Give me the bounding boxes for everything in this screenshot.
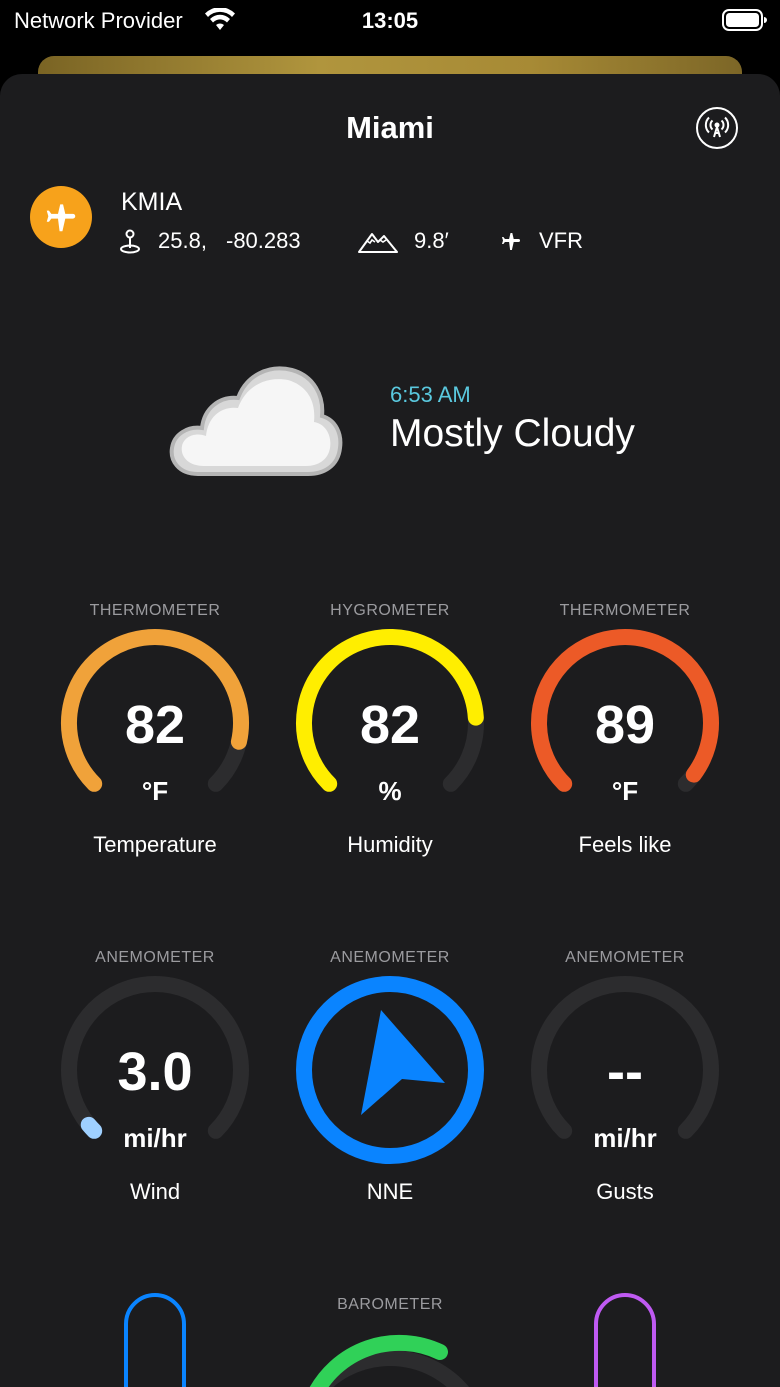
gauge-label: THERMOMETER [89, 602, 221, 619]
wind-direction-label: NNE [366, 1179, 414, 1204]
flight-rules-text: VFR [539, 228, 583, 253]
airport-icon [30, 186, 92, 248]
compass-dial [296, 976, 484, 1164]
gauge-label: HYGROMETER [330, 602, 450, 619]
gauge-label: ANEMOMETER [95, 949, 215, 966]
mountain-icon [358, 233, 398, 253]
longitude-text: -80.283 [226, 228, 301, 253]
gusts-label: Gusts [596, 1179, 654, 1204]
observation-time: 6:53 AM [390, 382, 471, 407]
antenna-button[interactable] [696, 107, 738, 149]
humidity-value: 82 [359, 695, 421, 755]
wind-label: Wind [129, 1179, 181, 1204]
station-sheet: Miami KMIA 25.8, -80.283 9.8′ VFR 6:53 A… [0, 74, 780, 1387]
feels-like-unit: °F [611, 776, 639, 806]
right-gauge-partial[interactable] [588, 1284, 662, 1387]
temperature-value: 82 [124, 695, 186, 755]
location-pin-icon [120, 229, 140, 254]
wind-unit: mi/hr [123, 1123, 187, 1153]
left-gauge-partial[interactable] [118, 1284, 192, 1387]
gusts-gauge[interactable]: ANEMOMETER -- mi/hr Gusts [525, 949, 725, 1249]
elevation-text: 9.8′ [414, 228, 449, 253]
barometer-gauge-partial[interactable] [300, 1326, 480, 1387]
wind-direction-gauge[interactable]: ANEMOMETER NNE [290, 949, 490, 1249]
flight-rules-airplane-icon [502, 233, 520, 250]
wind-value: 3.0 [117, 1042, 193, 1102]
barometer-label: BAROMETER [337, 1296, 443, 1313]
gauge-label: ANEMOMETER [330, 949, 450, 966]
gusts-value: -- [607, 1042, 643, 1102]
latitude-text: 25.8, [158, 228, 207, 253]
feels-like-label: Feels like [578, 832, 672, 857]
humidity-unit: % [378, 776, 402, 806]
antenna-icon [704, 116, 730, 138]
humidity-gauge[interactable]: HYGROMETER 82 % Humidity [290, 602, 490, 902]
direction-arrow-icon [361, 1010, 445, 1115]
feels-like-value: 89 [594, 695, 656, 755]
clock: 13:05 [361, 8, 419, 33]
humidity-label: Humidity [347, 832, 433, 857]
temperature-label: Temperature [93, 832, 217, 857]
temperature-gauge[interactable]: THERMOMETER 82 °F Temperature [55, 602, 255, 902]
station-code: KMIA [121, 188, 183, 216]
conditions-text: Mostly Cloudy [390, 412, 635, 455]
gusts-unit: mi/hr [593, 1123, 657, 1153]
battery-icon [722, 9, 767, 31]
temperature-unit: °F [141, 776, 169, 806]
page-title: Miami [346, 110, 434, 145]
gauge-label: THERMOMETER [559, 602, 691, 619]
status-bar: Network Provider 13:05 [0, 0, 780, 44]
station-meta: 25.8, -80.283 9.8′ VFR [118, 226, 718, 256]
wind-gauge[interactable]: ANEMOMETER 3.0 mi/hr Wind [55, 949, 255, 1249]
gauge-label: ANEMOMETER [565, 949, 685, 966]
airplane-icon [46, 204, 76, 232]
feels-like-gauge[interactable]: THERMOMETER 89 °F Feels like [525, 602, 725, 902]
cloud-icon [169, 366, 343, 476]
